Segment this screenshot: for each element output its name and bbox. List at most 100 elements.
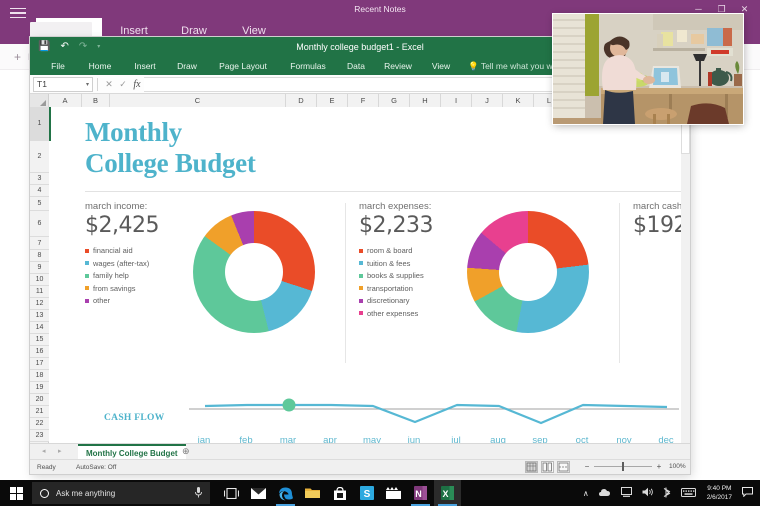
task-view-icon[interactable] (218, 480, 245, 506)
row-header-22[interactable]: 22 (30, 418, 49, 430)
zoom-out-button[interactable]: − (583, 462, 591, 471)
sheet-nav-prev-icon[interactable]: ◂ (42, 447, 46, 455)
column-header-j[interactable]: J (472, 94, 503, 107)
excel-tab-file[interactable]: File (42, 57, 74, 75)
column-header-h[interactable]: H (410, 94, 441, 107)
row-header-14[interactable]: 14 (30, 322, 49, 334)
microphone-icon[interactable] (195, 486, 202, 500)
column-header-b[interactable]: B (82, 94, 110, 107)
expenses-donut-chart[interactable] (467, 211, 589, 333)
cashflow-line-chart[interactable] (189, 397, 679, 429)
excel-tab-insert[interactable]: Insert (126, 57, 164, 75)
row-header-3[interactable]: 3 (30, 173, 49, 185)
name-box[interactable]: T1 ▾ (33, 76, 93, 92)
row-header-5[interactable]: 5 (30, 197, 49, 211)
network-icon[interactable] (616, 487, 637, 499)
skype-icon[interactable]: S (353, 480, 380, 506)
column-header-e[interactable]: E (317, 94, 348, 107)
movies-tv-icon[interactable] (380, 480, 407, 506)
enter-icon[interactable]: ✓ (116, 79, 130, 90)
video-pip-window[interactable] (553, 14, 743, 124)
zoom-control: − + 100% (583, 462, 686, 471)
chevron-down-icon[interactable]: ▾ (86, 81, 89, 88)
worksheet-grid[interactable]: Monthly College Budget march income: $2,… (49, 107, 681, 457)
notification-icon[interactable] (738, 486, 760, 500)
legend-label: from savings (93, 283, 136, 293)
show-hidden-icons-chevron[interactable]: ∧ (578, 489, 594, 498)
sheet-nav-next-icon[interactable]: ▸ (58, 447, 62, 455)
row-header-19[interactable]: 19 (30, 382, 49, 394)
row-header-column: 1 2 3 4 5 6 7 8 9 10 11 12 13 14 15 16 1… (30, 107, 49, 457)
column-header-i[interactable]: I (441, 94, 472, 107)
volume-icon[interactable] (637, 487, 658, 499)
hamburger-menu-icon[interactable] (8, 4, 28, 22)
row-header-6[interactable]: 6 (30, 211, 49, 237)
row-header-23[interactable]: 23 (30, 430, 49, 442)
edge-icon[interactable] (272, 480, 299, 506)
row-header-4[interactable]: 4 (30, 185, 49, 197)
file-explorer-icon[interactable] (299, 480, 326, 506)
vertical-scrollbar[interactable]: ▴ ▾ (681, 94, 690, 457)
excel-tab-page-layout[interactable]: Page Layout (210, 57, 276, 75)
svg-text:X: X (442, 489, 448, 499)
row-header-18[interactable]: 18 (30, 370, 49, 382)
sheet-tab-monthly-college-budget[interactable]: Monthly College Budget (78, 444, 186, 460)
income-donut-chart[interactable] (193, 211, 315, 333)
row-header-10[interactable]: 10 (30, 274, 49, 286)
store-icon[interactable] (326, 480, 353, 506)
zoom-level-label[interactable]: 100% (669, 463, 686, 470)
insert-function-icon[interactable]: fx (130, 79, 144, 90)
zoom-slider[interactable] (594, 462, 652, 471)
row-header-20[interactable]: 20 (30, 394, 49, 406)
excel-tab-review[interactable]: Review (378, 57, 418, 75)
onenote-icon[interactable]: N (407, 480, 434, 506)
excel-tab-data[interactable]: Data (340, 57, 372, 75)
zoom-slider-thumb[interactable] (622, 462, 624, 471)
row-header-2[interactable]: 2 (30, 141, 49, 173)
onenote-search-box[interactable] (30, 22, 92, 38)
row-header-12[interactable]: 12 (30, 298, 49, 310)
select-all-button[interactable] (30, 94, 49, 107)
bluetooth-icon[interactable] (658, 487, 676, 500)
row-header-9[interactable]: 9 (30, 262, 49, 274)
page-title: Monthly College Budget (85, 117, 256, 179)
row-header-7[interactable]: 7 (30, 237, 49, 250)
page-layout-view-button[interactable] (541, 461, 554, 473)
search-input[interactable]: Ask me anything (32, 482, 210, 504)
mail-icon[interactable] (245, 480, 272, 506)
column-header-d[interactable]: D (286, 94, 317, 107)
divider (619, 203, 620, 363)
plus-icon[interactable]: + (14, 50, 21, 64)
excel-tab-draw[interactable]: Draw (170, 57, 204, 75)
excel-tab-home[interactable]: Home (80, 57, 120, 75)
excel-icon[interactable]: X (434, 480, 461, 506)
column-header-c[interactable]: C (110, 94, 286, 107)
video-frame (553, 14, 743, 124)
plus-circle-icon[interactable]: ⊕ (182, 446, 190, 457)
keyboard-icon[interactable] (676, 487, 701, 499)
column-header-g[interactable]: G (379, 94, 410, 107)
zoom-in-button[interactable]: + (655, 462, 663, 471)
row-header-11[interactable]: 11 (30, 286, 49, 298)
onedrive-icon[interactable] (594, 488, 616, 499)
row-header-13[interactable]: 13 (30, 310, 49, 322)
windows-logo-icon[interactable] (0, 480, 32, 506)
row-header-16[interactable]: 16 (30, 346, 49, 358)
svg-text:N: N (415, 489, 422, 499)
cancel-icon[interactable]: ✕ (102, 79, 116, 90)
row-header-8[interactable]: 8 (30, 250, 49, 262)
page-break-preview-button[interactable] (557, 461, 570, 473)
normal-view-button[interactable] (525, 461, 538, 473)
column-header-a[interactable]: A (49, 94, 82, 107)
excel-tab-view[interactable]: View (424, 57, 458, 75)
taskbar-clock[interactable]: 9:40 PM 2/6/2017 (701, 484, 738, 502)
column-header-k[interactable]: K (503, 94, 534, 107)
row-header-1[interactable]: 1 (30, 107, 49, 141)
row-header-21[interactable]: 21 (30, 406, 49, 418)
name-box-value: T1 (37, 79, 47, 89)
legend-label: other expenses (367, 308, 419, 318)
column-header-f[interactable]: F (348, 94, 379, 107)
excel-tab-formulas[interactable]: Formulas (282, 57, 334, 75)
row-header-17[interactable]: 17 (30, 358, 49, 370)
row-header-15[interactable]: 15 (30, 334, 49, 346)
